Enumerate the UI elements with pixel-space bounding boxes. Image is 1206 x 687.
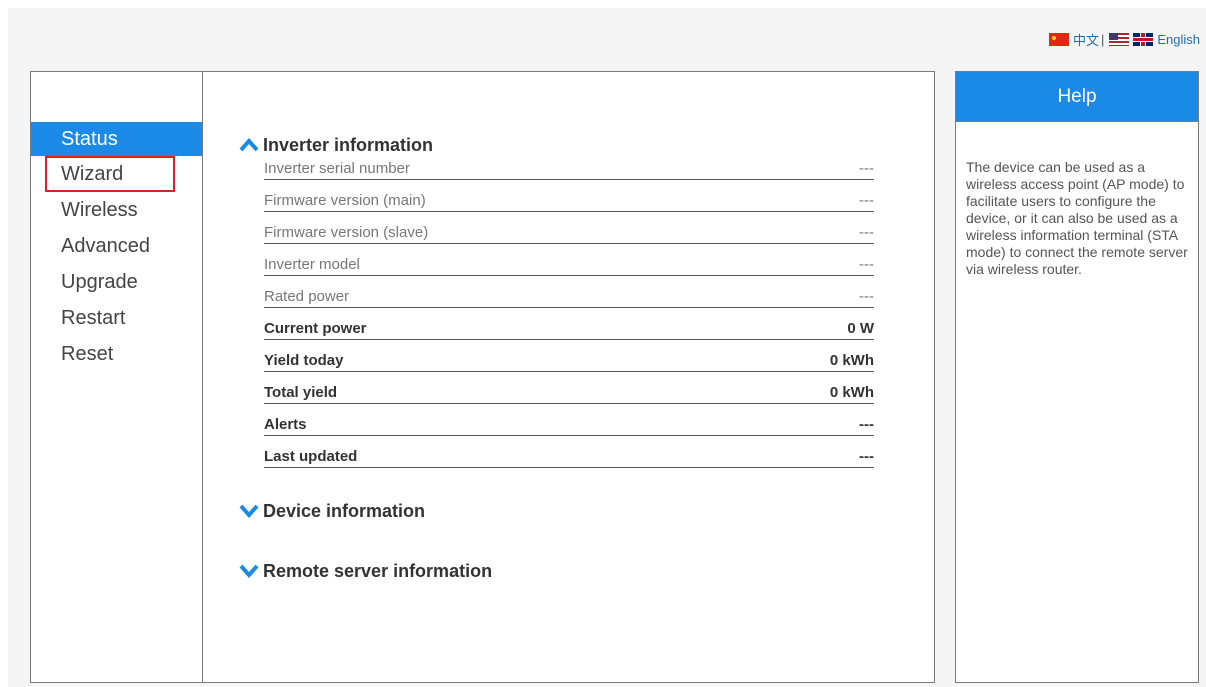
sidebar-nav: Status Wizard Wireless Advanced Upgrade … [31, 122, 202, 372]
chevron-down-icon [239, 504, 259, 518]
table-row: Firmware version (main) --- [264, 180, 874, 212]
help-panel: Help The device can be used as a wireles… [955, 71, 1199, 683]
inverter-info-header[interactable]: Inverter information [239, 132, 879, 158]
row-value: --- [859, 448, 874, 465]
row-value: --- [859, 160, 874, 177]
table-row: Rated power --- [264, 276, 874, 308]
table-row: Inverter serial number --- [264, 158, 874, 180]
remote-server-info-header[interactable]: Remote server information [239, 558, 879, 584]
language-english-link[interactable]: English [1157, 32, 1200, 47]
row-label: Current power [264, 320, 367, 337]
table-row: Alerts --- [264, 404, 874, 436]
sidebar-item-reset[interactable]: Reset [31, 336, 202, 372]
row-value: 0 kWh [829, 352, 874, 369]
inverter-info-table: Inverter serial number --- Firmware vers… [264, 158, 874, 468]
row-label: Firmware version (main) [264, 192, 426, 209]
row-label: Total yield [264, 384, 338, 401]
table-row: Total yield 0 kWh [264, 372, 874, 404]
table-row: Current power 0 W [264, 308, 874, 340]
row-value: --- [859, 224, 874, 241]
row-label: Firmware version (slave) [264, 224, 429, 241]
row-label: Yield today [264, 352, 344, 369]
row-value: --- [859, 416, 874, 433]
chevron-up-icon [239, 138, 259, 152]
sidebar-item-advanced[interactable]: Advanced [31, 228, 202, 264]
sidebar: Status Wizard Wireless Advanced Upgrade … [31, 72, 203, 682]
row-value: --- [859, 288, 874, 305]
status-content: Inverter information Inverter serial num… [239, 132, 879, 584]
help-text: The device can be used as a wireless acc… [966, 159, 1188, 277]
inverter-info-title: Inverter information [263, 134, 434, 155]
table-row: Firmware version (slave) --- [264, 212, 874, 244]
main-panel: Status Wizard Wireless Advanced Upgrade … [30, 71, 935, 683]
row-value: 0 kWh [829, 384, 874, 401]
row-value: 0 W [847, 320, 874, 337]
language-separator: | [1100, 32, 1105, 47]
uk-flag-icon[interactable] [1133, 33, 1154, 46]
table-row: Inverter model --- [264, 244, 874, 276]
row-value: --- [859, 256, 874, 273]
device-info-header[interactable]: Device information [239, 498, 879, 524]
row-value: --- [859, 192, 874, 209]
row-label: Inverter model [264, 256, 360, 273]
table-row: Last updated --- [264, 436, 874, 468]
language-chinese-link[interactable]: 中文 [1073, 30, 1099, 49]
row-label: Inverter serial number [264, 160, 410, 177]
sidebar-item-restart[interactable]: Restart [31, 300, 202, 336]
device-info-title: Device information [263, 500, 426, 521]
sidebar-item-wizard[interactable]: Wizard [45, 156, 175, 192]
china-flag-icon[interactable] [1048, 33, 1069, 46]
chevron-down-icon [239, 564, 259, 578]
row-label: Last updated [264, 448, 358, 465]
sidebar-item-status[interactable]: Status [31, 122, 202, 156]
row-label: Alerts [264, 416, 307, 433]
language-bar: 中文 | English [1048, 30, 1200, 49]
help-title: Help [956, 72, 1198, 122]
sidebar-item-upgrade[interactable]: Upgrade [31, 264, 202, 300]
remote-server-info-title: Remote server information [263, 560, 493, 581]
table-row: Yield today 0 kWh [264, 340, 874, 372]
row-label: Rated power [264, 288, 350, 305]
sidebar-item-wireless[interactable]: Wireless [31, 192, 202, 228]
us-flag-icon[interactable] [1109, 33, 1130, 46]
